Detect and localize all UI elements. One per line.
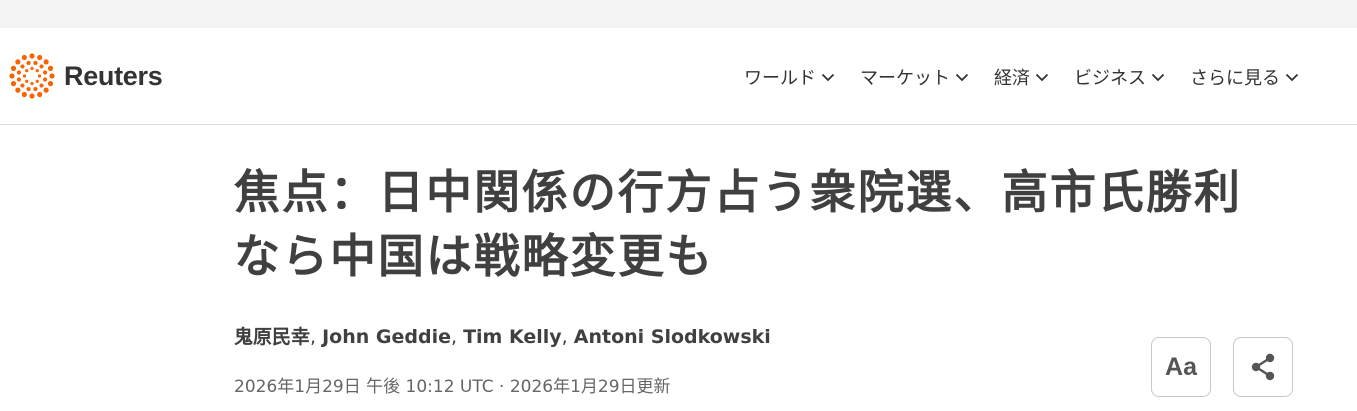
logo-dot xyxy=(16,77,22,82)
logo-dot xyxy=(37,54,43,61)
logo-dot xyxy=(26,86,31,92)
logo-dot xyxy=(29,93,35,99)
logo-dot xyxy=(47,65,54,71)
logo-dot xyxy=(33,86,38,92)
nav-item-economy[interactable]: 経済 xyxy=(994,64,1050,90)
chevron-down-icon xyxy=(1151,73,1165,82)
site-header: Reuters ワールド マーケット 経済 ビジネス さらに見る xyxy=(0,28,1357,125)
chevron-down-icon xyxy=(1285,73,1299,82)
logo-dot xyxy=(26,60,31,66)
logo-dot xyxy=(15,59,21,65)
nav-label: さらに見る xyxy=(1190,68,1280,89)
author-link[interactable]: Antoni Slodkowski xyxy=(574,326,771,348)
logo-text: Reuters xyxy=(64,60,163,91)
logo-dot xyxy=(10,65,17,71)
article-headline: 焦点：日中関係の行方占う衆院選、高市氏勝利なら中国は戦略変更も xyxy=(234,165,1242,283)
byline-separator: , xyxy=(561,326,574,348)
nav-item-more[interactable]: さらに見る xyxy=(1190,64,1300,90)
logo-dot xyxy=(21,54,27,61)
author-link[interactable]: 鬼原民幸 xyxy=(234,326,310,348)
nav-item-markets[interactable]: マーケット xyxy=(860,64,970,90)
logo-dot xyxy=(10,81,17,87)
top-strip xyxy=(0,0,1357,28)
logo-dot xyxy=(47,81,54,87)
nav-label: ビジネス xyxy=(1074,68,1146,89)
author-link[interactable]: Tim Kelly xyxy=(463,326,562,348)
reuters-logo-icon xyxy=(9,53,55,99)
logo-dot xyxy=(20,83,25,88)
logo-dot xyxy=(33,60,38,66)
byline-separator: , xyxy=(310,326,323,348)
nav-item-world[interactable]: ワールド xyxy=(744,64,836,90)
logo-dot xyxy=(22,74,27,78)
nav-label: 経済 xyxy=(994,68,1030,89)
logo-dot xyxy=(42,70,48,75)
logo-dot xyxy=(43,87,49,93)
logo-dot xyxy=(21,91,27,98)
article-dateline: 2026年1月29日 午後 10:12 UTC · 2026年1月29日更新 xyxy=(234,377,671,397)
logo-dot xyxy=(49,73,55,79)
reuters-logo[interactable]: Reuters xyxy=(8,52,163,100)
logo-dot xyxy=(35,69,39,73)
logo-dot xyxy=(39,64,44,69)
logo-dot xyxy=(35,79,39,83)
logo-dot xyxy=(37,74,42,78)
font-size-label: Aa xyxy=(1165,352,1197,381)
main-nav: ワールド マーケット 経済 ビジネス さらに見る xyxy=(744,64,1300,90)
logo-dot xyxy=(15,87,21,93)
logo-dot xyxy=(30,81,34,86)
chevron-down-icon xyxy=(821,73,835,82)
logo-dot xyxy=(29,53,35,59)
logo-dot xyxy=(37,91,43,98)
logo-dot xyxy=(39,83,44,88)
logo-dot xyxy=(16,70,22,75)
logo-dot xyxy=(9,73,15,79)
author-link[interactable]: John Geddie xyxy=(322,326,451,348)
share-icon xyxy=(1251,353,1275,381)
share-button[interactable] xyxy=(1233,337,1293,397)
byline-separator: , xyxy=(450,326,464,348)
nav-item-business[interactable]: ビジネス xyxy=(1074,64,1166,90)
logo-dot xyxy=(43,59,49,65)
logo-dot xyxy=(20,64,25,69)
logo-dot xyxy=(25,79,29,83)
chevron-down-icon xyxy=(1035,73,1049,82)
chevron-down-icon xyxy=(955,73,969,82)
nav-label: マーケット xyxy=(860,68,950,89)
font-size-button[interactable]: Aa xyxy=(1151,337,1211,397)
logo-dot xyxy=(25,69,29,73)
logo-dot xyxy=(42,77,48,82)
logo-dot xyxy=(30,66,34,71)
byline: 鬼原民幸, John Geddie, Tim Kelly, Antoni Slo… xyxy=(234,322,771,349)
nav-label: ワールド xyxy=(744,68,816,89)
